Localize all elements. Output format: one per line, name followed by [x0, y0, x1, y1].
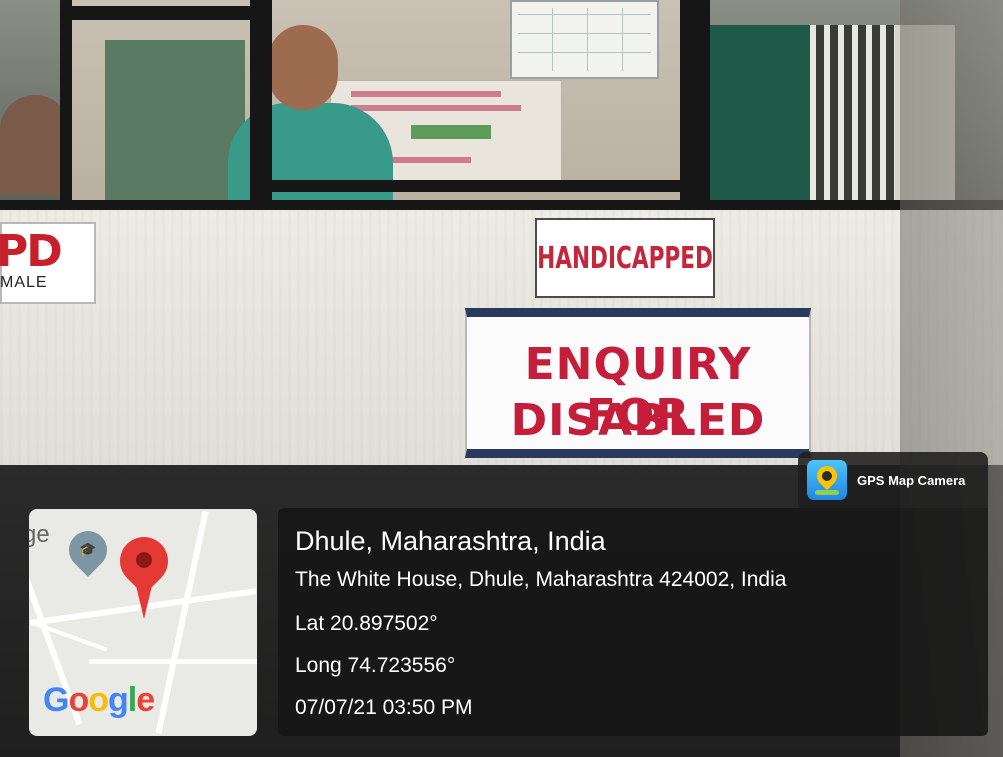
graduation-cap-icon: 🎓 — [79, 541, 97, 557]
enquiry-sign-line2: DISABLED — [510, 395, 766, 446]
opd-sign-text: PD — [0, 226, 63, 277]
opd-sign-subtext: MALE — [0, 274, 48, 291]
location-address: The White House, Dhule, Maharashtra 4240… — [295, 568, 787, 591]
location-longitude: Long 74.723556° — [295, 654, 456, 677]
google-logo-letter: o — [88, 681, 109, 719]
google-logo-letter: l — [127, 681, 138, 719]
gps-map-camera-logo-icon — [807, 460, 847, 500]
location-pin-dot — [136, 552, 152, 568]
glass-frame — [60, 0, 72, 215]
photo-scene: PD MALE HANDICAPPED ENQUIRY FOR DISABLED… — [0, 0, 1003, 757]
opd-sign: PD MALE — [0, 222, 96, 304]
glass-frame — [250, 0, 272, 215]
location-latitude: Lat 20.897502° — [295, 612, 438, 635]
map-road — [89, 659, 257, 664]
google-logo-letter: G — [43, 681, 69, 719]
google-logo: Google — [43, 681, 155, 720]
enquiry-sign: ENQUIRY FOR DISABLED — [465, 308, 811, 458]
map-road — [155, 510, 209, 735]
location-timestamp: 07/07/21 03:50 PM — [295, 696, 473, 719]
gps-app-name: GPS Map Camera — [857, 472, 966, 488]
window-grill — [810, 25, 895, 205]
map-road — [30, 620, 108, 652]
map-thumbnail: ge 🎓 Google — [29, 509, 257, 736]
google-logo-letter: e — [136, 681, 155, 719]
glass-frame — [60, 6, 260, 20]
map-label-fragment: ge — [29, 521, 50, 548]
green-cabinet — [105, 40, 245, 210]
gps-map-camera-badge: GPS Map Camera — [798, 452, 988, 508]
handicapped-sign: HANDICAPPED — [535, 218, 715, 298]
location-info-box: Dhule, Maharashtra, India The White Hous… — [278, 508, 988, 736]
notice-board — [510, 0, 659, 79]
glass-frame — [270, 180, 690, 192]
location-city: Dhule, Maharashtra, India — [295, 526, 606, 556]
google-logo-letter: g — [108, 681, 129, 719]
google-logo-letter: o — [68, 681, 89, 719]
handicapped-sign-text: HANDICAPPED — [537, 240, 713, 276]
